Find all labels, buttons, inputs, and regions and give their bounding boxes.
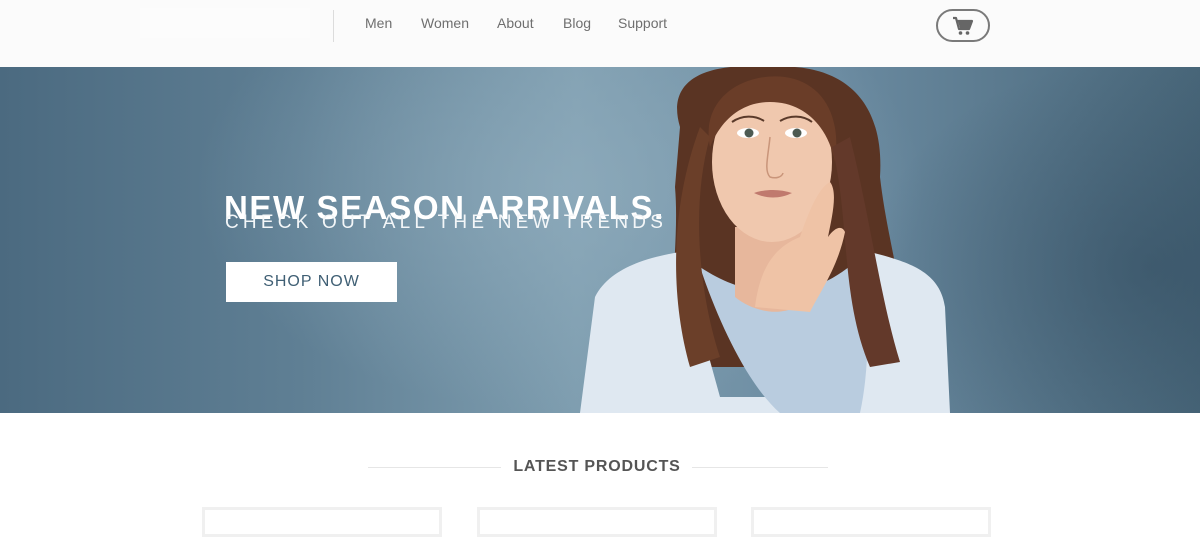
product-card[interactable] xyxy=(751,507,991,537)
latest-products-heading: LATEST PRODUCTS xyxy=(513,458,681,475)
product-card[interactable] xyxy=(202,507,442,537)
shop-now-button[interactable]: SHOP NOW xyxy=(226,262,397,302)
hero-banner: NEW SEASON ARRIVALS. CHECK OUT ALL THE N… xyxy=(0,67,1200,413)
shopping-cart-icon xyxy=(953,16,974,35)
product-card[interactable] xyxy=(477,507,717,537)
nav-item-blog[interactable]: Blog xyxy=(563,15,591,31)
heading-rule-left xyxy=(368,467,501,468)
nav-item-men[interactable]: Men xyxy=(365,15,392,31)
nav-divider xyxy=(333,10,334,42)
cart-button[interactable] xyxy=(936,9,990,42)
nav-item-about[interactable]: About xyxy=(497,15,534,31)
heading-rule-right xyxy=(692,467,828,468)
nav-item-support[interactable]: Support xyxy=(618,15,667,31)
hero-model-photo xyxy=(580,67,950,413)
hero-subtitle: CHECK OUT ALL THE NEW TRENDS xyxy=(225,212,668,233)
site-header: Men Women About Blog Support xyxy=(0,0,1200,67)
nav-item-women[interactable]: Women xyxy=(421,15,469,31)
logo[interactable] xyxy=(140,8,310,38)
